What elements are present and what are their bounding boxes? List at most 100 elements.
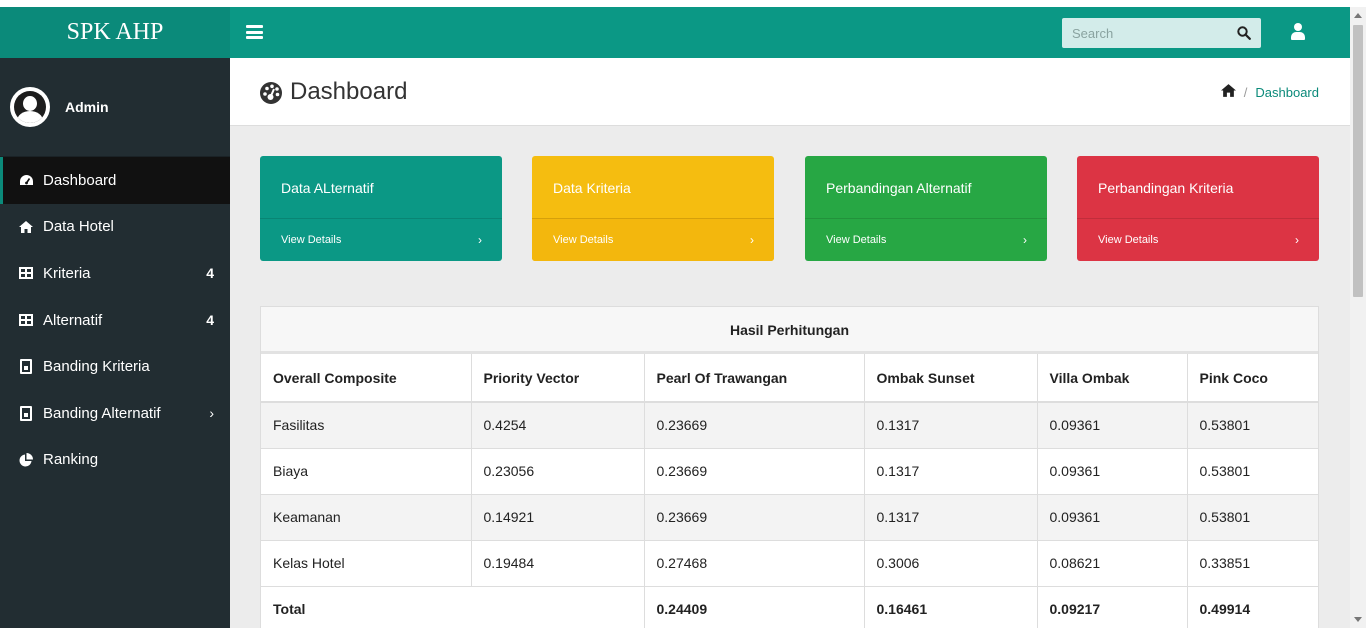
- sidebar-item-label: Banding Kriteria: [43, 358, 150, 376]
- table-cell: 0.23669: [644, 448, 865, 495]
- file-chart-icon: [18, 359, 34, 375]
- table-header-row: Overall Composite Priority Vector Pearl …: [261, 354, 1318, 403]
- sidebar-menu: Dashboard Data Hotel Kriteria 4 Alternat…: [0, 157, 230, 483]
- sidebar-item-label: Kriteria: [43, 264, 91, 282]
- table-icon: [18, 312, 34, 328]
- column-header: Pearl Of Trawangan: [644, 354, 865, 403]
- total-cell: 0.49914: [1187, 586, 1318, 628]
- pie-chart-icon: [18, 452, 34, 468]
- table-cell: 0.27468: [644, 540, 865, 587]
- table-cell: 0.53801: [1187, 494, 1318, 541]
- sidebar-item-label: Alternatif: [43, 311, 103, 329]
- home-icon: [18, 219, 34, 235]
- scroll-thumb[interactable]: [1353, 25, 1363, 297]
- count-badge: 4: [206, 265, 214, 282]
- top-header: [230, 7, 1350, 58]
- sidebar-item-dashboard[interactable]: Dashboard: [0, 157, 230, 204]
- chevron-right-icon: ›: [750, 233, 754, 247]
- column-header: Villa Ombak: [1037, 354, 1188, 403]
- card-data-kriteria: Data Kriteria View Details ›: [532, 156, 774, 261]
- table-cell: 0.09361: [1037, 402, 1188, 449]
- panel-title: Hasil Perhitungan: [261, 307, 1318, 354]
- table-cell: 0.1317: [864, 448, 1038, 495]
- file-chart-icon: [18, 405, 34, 421]
- column-header: Priority Vector: [471, 354, 645, 403]
- breadcrumb: / Dashboard: [1220, 84, 1319, 100]
- table-cell: Keamanan: [261, 494, 472, 541]
- view-details-label: View Details: [1098, 234, 1159, 246]
- total-label: Total: [261, 586, 645, 628]
- search-input[interactable]: [1062, 18, 1232, 48]
- title-bar: Dashboard / Dashboard: [230, 58, 1350, 126]
- sidebar-item-ranking[interactable]: Ranking: [0, 437, 230, 484]
- view-details-link[interactable]: View Details ›: [1077, 218, 1319, 261]
- breadcrumb-separator: /: [1243, 84, 1248, 100]
- chevron-right-icon: ›: [209, 405, 214, 422]
- breadcrumb-current[interactable]: Dashboard: [1255, 85, 1319, 100]
- table-cell: 0.53801: [1187, 448, 1318, 495]
- table-cell: 0.09361: [1037, 448, 1188, 495]
- table-row: Kelas Hotel 0.19484 0.27468 0.3006 0.086…: [261, 540, 1318, 587]
- table-cell: 0.09361: [1037, 494, 1188, 541]
- total-cell: 0.16461: [864, 586, 1038, 628]
- menu-toggle-icon[interactable]: [246, 25, 263, 39]
- table-icon: [18, 265, 34, 281]
- view-details-label: View Details: [826, 234, 887, 246]
- user-panel: Admin: [0, 58, 230, 157]
- card-data-alternatif: Data ALternatif View Details ›: [260, 156, 502, 261]
- scroll-down-icon[interactable]: [1354, 617, 1362, 622]
- column-header: Pink Coco: [1187, 354, 1318, 403]
- page-title: Dashboard: [259, 78, 407, 106]
- table-cell: 0.3006: [864, 540, 1038, 587]
- user-icon[interactable]: [1290, 23, 1306, 41]
- results-panel: Hasil Perhitungan Overall Composite Prio…: [260, 306, 1319, 628]
- table-cell: 0.1317: [864, 494, 1038, 541]
- scrollbar[interactable]: [1350, 7, 1366, 628]
- sidebar-item-banding-alternatif[interactable]: Banding Alternatif ›: [0, 390, 230, 437]
- table-cell: 0.4254: [471, 402, 645, 449]
- brand-logo[interactable]: SPK AHP: [0, 7, 230, 58]
- sidebar-item-banding-kriteria[interactable]: Banding Kriteria: [0, 343, 230, 390]
- gauge-icon: [259, 80, 283, 104]
- sidebar-item-label: Data Hotel: [43, 218, 114, 236]
- results-table: Overall Composite Priority Vector Pearl …: [261, 354, 1318, 628]
- avatar: [10, 87, 50, 127]
- page-title-text: Dashboard: [290, 78, 408, 105]
- table-cell: Biaya: [261, 448, 472, 495]
- card-title: Data ALternatif: [281, 180, 374, 196]
- table-row: Fasilitas 0.4254 0.23669 0.1317 0.09361 …: [261, 402, 1318, 449]
- card-perbandingan-kriteria: Perbandingan Kriteria View Details ›: [1077, 156, 1319, 261]
- card-title: Perbandingan Kriteria: [1098, 180, 1234, 196]
- total-cell: 0.24409: [644, 586, 865, 628]
- column-header: Overall Composite: [261, 354, 472, 403]
- view-details-link[interactable]: View Details ›: [260, 218, 502, 261]
- summary-cards: Data ALternatif View Details › Data Krit…: [260, 156, 1320, 261]
- view-details-label: View Details: [281, 234, 342, 246]
- table-cell: 0.19484: [471, 540, 645, 587]
- chevron-right-icon: ›: [1023, 233, 1027, 247]
- scroll-up-icon[interactable]: [1354, 13, 1362, 18]
- card-title: Perbandingan Alternatif: [826, 180, 972, 196]
- gauge-icon: [18, 172, 34, 188]
- home-icon[interactable]: [1220, 84, 1236, 100]
- total-cell: 0.09217: [1037, 586, 1188, 628]
- sidebar-item-data-hotel[interactable]: Data Hotel: [0, 204, 230, 251]
- table-cell: 0.23056: [471, 448, 645, 495]
- chevron-right-icon: ›: [1295, 233, 1299, 247]
- user-name: Admin: [65, 99, 109, 115]
- view-details-label: View Details: [553, 234, 614, 246]
- column-header: Ombak Sunset: [864, 354, 1038, 403]
- table-cell: 0.53801: [1187, 402, 1318, 449]
- sidebar-item-label: Ranking: [43, 451, 99, 469]
- main-content: Dashboard / Dashboard Data ALternatif Vi…: [230, 58, 1350, 628]
- table-cell: 0.33851: [1187, 540, 1318, 587]
- search-icon[interactable]: [1237, 26, 1251, 40]
- table-cell: 0.23669: [644, 402, 865, 449]
- sidebar-item-label: Banding Alternatif: [43, 404, 161, 422]
- sidebar-item-kriteria[interactable]: Kriteria 4: [0, 250, 230, 297]
- sidebar: Admin Dashboard Data Hotel Kriteria 4 Al…: [0, 58, 230, 628]
- top-strip: [0, 0, 1366, 7]
- sidebar-item-alternatif[interactable]: Alternatif 4: [0, 297, 230, 344]
- view-details-link[interactable]: View Details ›: [805, 218, 1047, 261]
- view-details-link[interactable]: View Details ›: [532, 218, 774, 261]
